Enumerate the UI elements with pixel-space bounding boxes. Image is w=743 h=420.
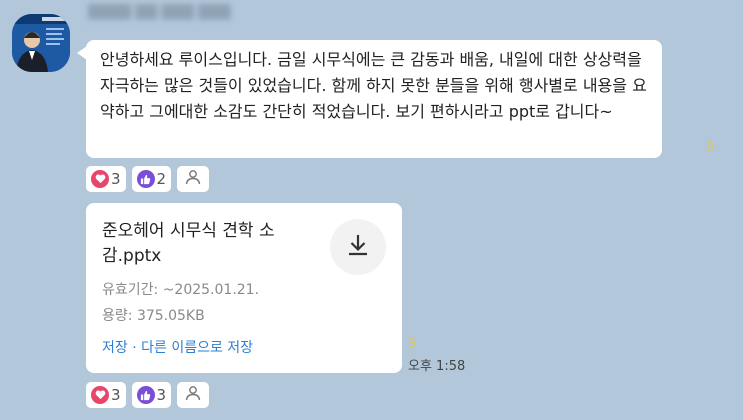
person-icon	[184, 168, 202, 190]
download-icon	[345, 232, 371, 262]
heart-icon	[91, 170, 109, 188]
file-expiry: 유효기간: ~2025.01.21.	[102, 279, 259, 299]
message-text: 안녕하세요 루이스입니다. 금일 시무식에는 큰 감동과 배움, 내일에 대한 …	[100, 50, 647, 121]
expiry-label: 유효기간:	[102, 282, 159, 298]
heart-reaction[interactable]: 3	[86, 382, 126, 408]
save-as-link[interactable]: 다른 이름으로 저장	[141, 340, 253, 356]
avatar[interactable]	[12, 14, 70, 72]
heart-icon	[91, 386, 109, 404]
message-time: 오후 1:58	[408, 359, 466, 374]
file-attachment-card[interactable]: 준오헤어 시무식 견학 소감.pptx 유효기간: ~2025.01.21. 용…	[86, 203, 402, 373]
heart-count: 3	[111, 386, 121, 404]
like-reaction[interactable]: 2	[131, 166, 172, 192]
download-button[interactable]	[330, 219, 386, 275]
size-label: 용량:	[102, 308, 133, 324]
like-reaction[interactable]: 3	[131, 382, 172, 408]
action-separator: ·	[132, 340, 137, 356]
expiry-value: ~2025.01.21.	[162, 282, 260, 298]
like-count: 3	[156, 386, 167, 404]
file-actions: 저장 · 다른 이름으로 저장	[102, 337, 253, 357]
thumbs-up-icon	[136, 386, 155, 404]
add-reaction-button[interactable]	[177, 382, 210, 408]
size-value: 375.05KB	[136, 308, 205, 324]
message-bubble[interactable]: 안녕하세요 루이스입니다. 금일 시무식에는 큰 감동과 배움, 내일에 대한 …	[86, 40, 662, 158]
heart-count: 3	[111, 170, 121, 188]
message-reactions: 3 2	[86, 166, 210, 192]
sender-name: ████ ██ ███ ███	[88, 4, 231, 20]
file-size: 용량: 375.05KB	[102, 305, 205, 325]
heart-reaction[interactable]: 3	[86, 166, 126, 192]
file-unread-count: 9	[408, 336, 416, 350]
unread-count: 9	[706, 140, 714, 154]
file-name[interactable]: 준오헤어 시무식 견학 소감.pptx	[102, 219, 322, 269]
person-icon	[184, 384, 202, 406]
like-count: 2	[156, 170, 167, 188]
thumbs-up-icon	[136, 170, 155, 188]
save-link[interactable]: 저장	[102, 340, 128, 356]
file-reactions: 3 3	[86, 382, 210, 408]
add-reaction-button[interactable]	[177, 166, 210, 192]
